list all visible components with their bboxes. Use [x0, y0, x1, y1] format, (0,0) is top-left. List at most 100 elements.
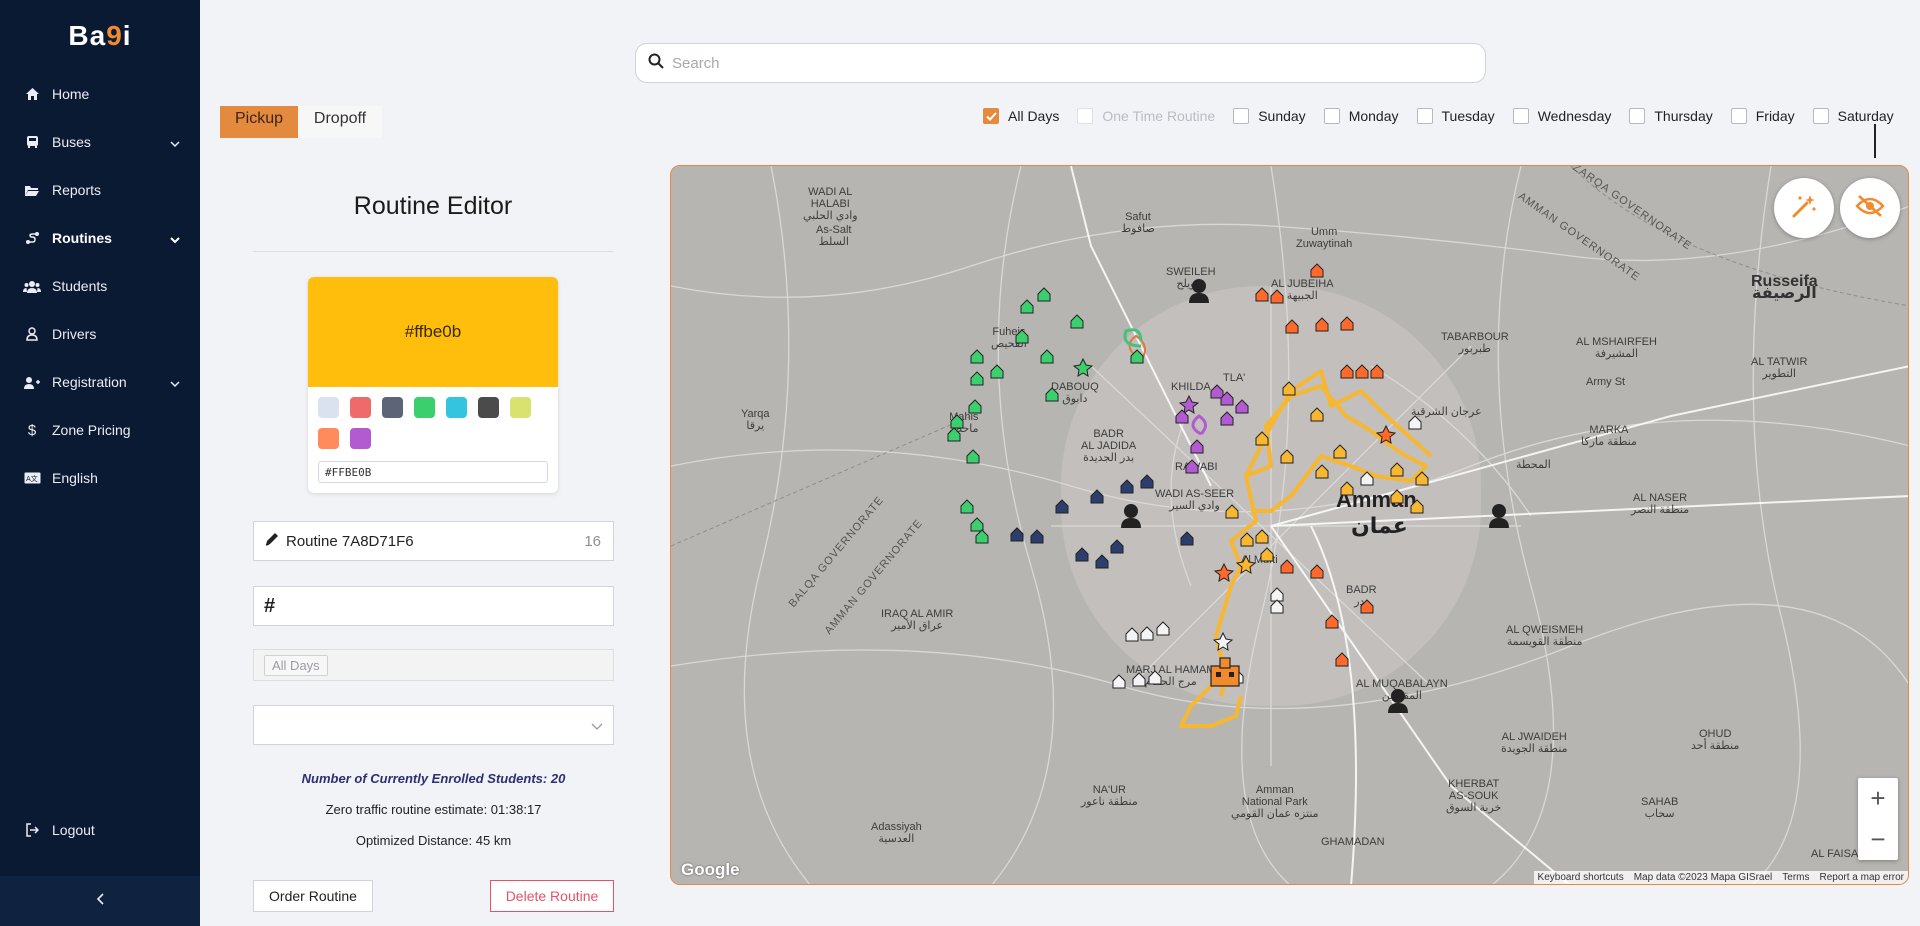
color-hex-input[interactable]	[318, 461, 548, 483]
home-marker-icon	[990, 364, 1004, 379]
home-marker-icon	[1125, 627, 1139, 642]
color-swatch[interactable]	[318, 428, 339, 449]
checkbox[interactable]	[1812, 108, 1829, 124]
checkbox[interactable]	[983, 108, 999, 124]
divider	[253, 251, 613, 252]
color-swatch[interactable]	[478, 397, 499, 418]
day-checkbox-saturday[interactable]: Saturday	[1812, 108, 1894, 124]
color-swatch[interactable]	[414, 397, 435, 418]
driver-markers	[1121, 279, 1509, 713]
routine-days-field[interactable]: All Days	[253, 649, 614, 681]
magic-wand-button[interactable]	[1774, 178, 1834, 238]
checkbox[interactable]	[1730, 108, 1747, 124]
checkbox[interactable]	[1323, 108, 1340, 124]
home-marker-icon	[1410, 499, 1424, 514]
home-marker-icon	[1333, 444, 1347, 459]
sidebar-item-reports[interactable]: Reports	[0, 166, 200, 214]
checkbox[interactable]	[1629, 108, 1646, 124]
app-logo[interactable]: Ba9i	[0, 20, 200, 52]
day-checkbox-tuesday[interactable]: Tuesday	[1416, 108, 1495, 124]
zoom-out-button[interactable]: −	[1858, 819, 1898, 860]
color-value-label: #ffbe0b	[404, 322, 462, 341]
sidebar-item-routines[interactable]: Routines	[0, 214, 200, 262]
terms-link[interactable]: Terms	[1782, 872, 1809, 883]
star-marker-icon	[1212, 631, 1234, 651]
routine-select[interactable]	[253, 705, 614, 745]
pen-icon	[264, 531, 280, 551]
sidebar-item-english[interactable]: A文 English	[0, 454, 200, 502]
sidebar-item-students[interactable]: Students	[0, 262, 200, 310]
checkbox[interactable]	[1512, 108, 1529, 124]
home-marker-icon	[1280, 449, 1294, 464]
home-marker-icon	[1260, 547, 1274, 562]
search-input[interactable]	[672, 54, 1452, 72]
home-marker-icon	[1340, 481, 1354, 496]
home-marker-icon	[1070, 314, 1084, 329]
color-swatch[interactable]	[446, 397, 467, 418]
day-label: Saturday	[1837, 108, 1894, 124]
day-checkbox-wednesday[interactable]: Wednesday	[1512, 108, 1612, 124]
home-marker-icon	[1225, 504, 1239, 519]
chevron-down-icon	[170, 135, 180, 151]
tab-dropoff[interactable]: Dropoff	[298, 106, 382, 138]
sidebar-item-zone-pricing[interactable]: $ Zone Pricing	[0, 406, 200, 454]
sidebar-item-label: Registration	[52, 374, 127, 390]
home-marker-icon	[947, 427, 961, 442]
logout-label: Logout	[52, 822, 95, 838]
delete-routine-button[interactable]: Delete Routine	[490, 880, 614, 912]
sidebar-nav: Home Buses Reports Routines Students Dri…	[0, 70, 200, 502]
checkbox[interactable]	[1416, 108, 1433, 124]
scrollbar[interactable]	[1874, 124, 1876, 158]
keyboard-shortcuts-link[interactable]: Keyboard shortcuts	[1538, 872, 1624, 883]
day-checkbox-all-days[interactable]: All Days	[983, 108, 1059, 124]
tab-pickup[interactable]: Pickup	[220, 106, 298, 138]
home-marker-icon	[1140, 474, 1154, 489]
color-swatch[interactable]	[510, 397, 531, 418]
home-marker-icon	[970, 349, 984, 364]
chevron-down-icon	[170, 375, 180, 391]
home-icon	[22, 87, 42, 101]
day-checkbox-friday[interactable]: Friday	[1730, 108, 1795, 124]
home-marker-icon	[1220, 411, 1234, 426]
checkbox[interactable]	[1233, 108, 1250, 124]
home-marker-icon	[1255, 431, 1269, 446]
color-swatch[interactable]	[318, 397, 339, 418]
color-swatch[interactable]	[382, 397, 403, 418]
day-label: All Days	[1008, 108, 1060, 124]
chevron-left-icon	[96, 892, 104, 910]
home-marker-icon	[1090, 489, 1104, 504]
route-estimate-text: Zero traffic routine estimate: 01:38:17	[325, 802, 542, 817]
day-label: Wednesday	[1537, 108, 1612, 124]
color-swatch[interactable]	[350, 428, 371, 449]
sidebar-item-registration[interactable]: Registration	[0, 358, 200, 406]
home-marker-icon	[1148, 670, 1162, 685]
day-checkbox-one-time-routine[interactable]: One Time Routine	[1077, 108, 1215, 124]
home-marker-icon	[1210, 384, 1224, 399]
home-marker-icon	[966, 449, 980, 464]
zoom-in-button[interactable]: +	[1858, 778, 1898, 819]
day-checkbox-thursday[interactable]: Thursday	[1629, 108, 1713, 124]
home-marker-icon	[1075, 547, 1089, 562]
sidebar-item-home[interactable]: Home	[0, 70, 200, 118]
day-label: Thursday	[1654, 108, 1713, 124]
routine-name-field[interactable]: Routine 7A8D71F6 16	[253, 521, 614, 561]
logout-button[interactable]: Logout	[0, 806, 200, 854]
route-map[interactable]: WADI AL HALABI وادي الحلبي As-Salt السلط…	[670, 165, 1909, 885]
sidebar-item-label: English	[52, 470, 98, 486]
day-checkbox-sunday[interactable]: Sunday	[1233, 108, 1306, 124]
report-map-error-link[interactable]: Report a map error	[1820, 872, 1904, 883]
toggle-visibility-button[interactable]	[1840, 178, 1900, 238]
day-checkbox-monday[interactable]: Monday	[1323, 108, 1399, 124]
checkbox[interactable]	[1077, 108, 1094, 124]
home-marker-icon	[1360, 471, 1374, 486]
routine-number-field[interactable]: #	[253, 586, 614, 626]
sidebar-collapse-button[interactable]	[0, 876, 200, 926]
route-icon	[22, 231, 42, 245]
sidebar-item-drivers[interactable]: Drivers	[0, 310, 200, 358]
color-swatch[interactable]	[350, 397, 371, 418]
sidebar-item-buses[interactable]: Buses	[0, 118, 200, 166]
color-preview[interactable]: #ffbe0b	[308, 277, 558, 387]
order-routine-button[interactable]: Order Routine	[253, 880, 373, 912]
home-marker-icon	[1270, 599, 1284, 614]
sidebar-item-label: Home	[52, 86, 90, 102]
